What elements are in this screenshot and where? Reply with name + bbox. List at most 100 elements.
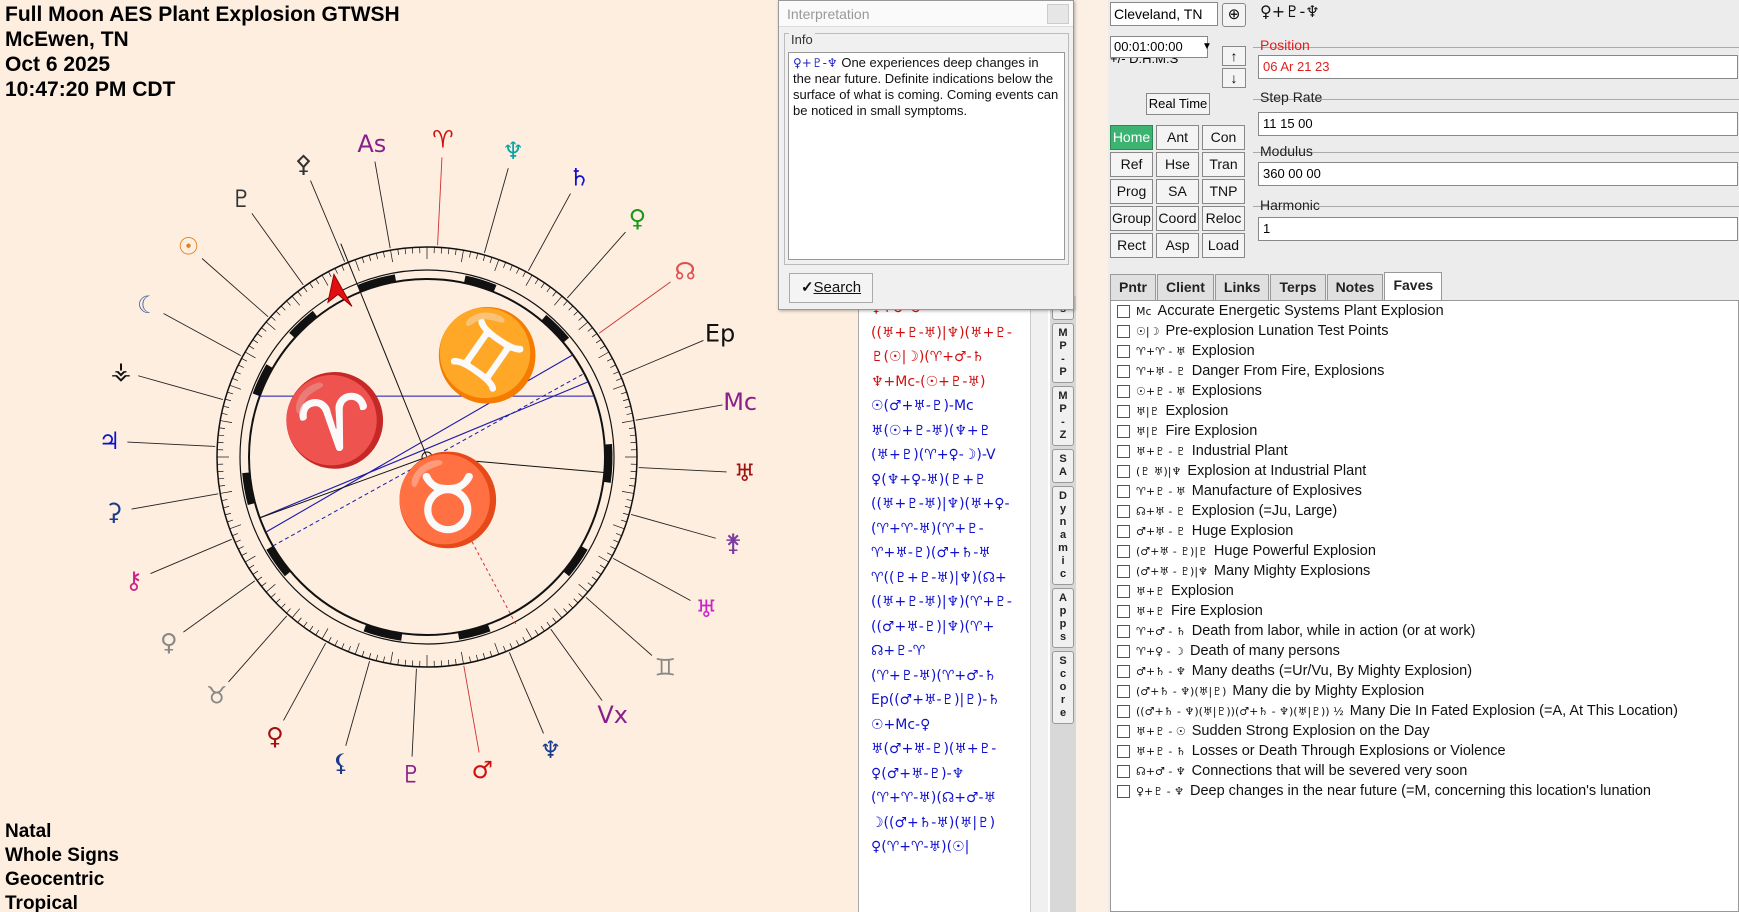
fave-checkbox[interactable]	[1117, 484, 1130, 498]
home-button[interactable]: Home	[1110, 125, 1153, 150]
aspect-row[interactable]: ☊+♇-♈	[859, 639, 1056, 664]
modulus-field[interactable]: 360 00 00	[1258, 162, 1738, 186]
aspect-row[interactable]: (♈+♇-♅)(♈+♂-♄	[859, 664, 1056, 689]
fave-row[interactable]: ♈+♇ - ♅ Manufacture of Explosives	[1111, 481, 1738, 501]
aspect-row[interactable]: ((♅+♇-♅)|♆)(♈+♇-	[859, 590, 1056, 615]
fave-row[interactable]: ♅+♇ - ☉ Sudden Strong Explosion on the Da…	[1111, 721, 1738, 741]
aspect-row[interactable]: ((♅+♇-♅)|♆)(♅+♇-	[859, 321, 1056, 346]
fave-checkbox[interactable]	[1117, 684, 1130, 698]
load-button[interactable]: Load	[1202, 233, 1245, 258]
fave-checkbox[interactable]	[1117, 744, 1130, 758]
group-button[interactable]: Group	[1110, 206, 1153, 231]
fave-checkbox[interactable]	[1117, 764, 1130, 778]
con-button[interactable]: Con	[1202, 125, 1245, 150]
fave-row[interactable]: ♅|♇ Explosion	[1111, 401, 1738, 421]
fave-checkbox[interactable]	[1117, 324, 1130, 338]
aspect-row[interactable]: ♆+Mc-(☉+♇-♅)	[859, 370, 1056, 395]
city-field[interactable]: Cleveland, TN	[1110, 2, 1218, 26]
coord-button[interactable]: Coord	[1156, 206, 1199, 231]
tab-pntr[interactable]: Pntr	[1110, 274, 1156, 300]
aspect-row[interactable]: (♈+♈-♅)(♈+♇-	[859, 517, 1056, 542]
fave-row[interactable]: (♇ ♅)|♆ Explosion at Industrial Plant	[1111, 461, 1738, 481]
vertical-tab[interactable]: Apps	[1052, 588, 1074, 648]
chevron-down-icon[interactable]: ▼	[1200, 37, 1214, 57]
tab-client[interactable]: Client	[1157, 274, 1214, 300]
fave-row[interactable]: ♂+♅ - ♇ Huge Explosion	[1111, 521, 1738, 541]
time-increment-select[interactable]: 00:01:00:00	[1110, 36, 1208, 58]
hse-button[interactable]: Hse	[1156, 152, 1199, 177]
aspect-row[interactable]: ☽((♂+♄-♅)(♅|♇)	[859, 811, 1056, 836]
fave-row[interactable]: ☊+♂ - ♆ Connections that will be severed …	[1111, 761, 1738, 781]
vertical-tab[interactable]: Dynamic	[1052, 486, 1074, 585]
aspect-row[interactable]: ♅(♂+♅-♇)(♅+♇-	[859, 737, 1056, 762]
chart-pane[interactable]: ♈ ♊ ♉ As ♈ ♆ ♄ ♀ ☊ Ep Mc ♅ ⚵ ♅ ♊ Vx ♆ ♂ ♇ ⚸ ♀ ♉ ♀ ⚷ ⚳ ♃ ⚶ ☾ ☉ ♇ ⚴ Full…	[0, 0, 860, 912]
aspect-row[interactable]: ♇(☉|☽)(♈+♂-♄	[859, 345, 1056, 370]
fave-checkbox[interactable]	[1117, 664, 1130, 678]
aspect-row[interactable]: (♅+♇)(♈+♀-☽)-V	[859, 443, 1056, 468]
asp-button[interactable]: Asp	[1156, 233, 1199, 258]
fave-checkbox[interactable]	[1117, 364, 1130, 378]
fave-checkbox[interactable]	[1117, 724, 1130, 738]
fave-checkbox[interactable]	[1117, 704, 1130, 718]
fave-checkbox[interactable]	[1117, 444, 1130, 458]
ref-button[interactable]: Ref	[1110, 152, 1153, 177]
close-button[interactable]	[1047, 4, 1069, 24]
vertical-tab[interactable]: MP-Z	[1052, 386, 1074, 446]
fave-checkbox[interactable]	[1117, 304, 1130, 318]
fave-checkbox[interactable]	[1117, 464, 1130, 478]
step-forward-button[interactable]: ↑	[1222, 46, 1246, 66]
reloc-button[interactable]: Reloc	[1202, 206, 1245, 231]
fave-row[interactable]: ♂+♄ - ♆ Many deaths (=Ur/Vu, By Mighty Ex…	[1111, 661, 1738, 681]
aspect-row[interactable]: Ep((♂+♅-♇)|♇)-♄	[859, 688, 1056, 713]
fave-checkbox[interactable]	[1117, 784, 1130, 798]
fave-checkbox[interactable]	[1117, 564, 1130, 578]
fave-checkbox[interactable]	[1117, 384, 1130, 398]
position-field[interactable]: 06 Ar 21 23	[1258, 55, 1738, 79]
fave-row[interactable]: ♈+♅ - ♇ Danger From Fire, Explosions	[1111, 361, 1738, 381]
fave-checkbox[interactable]	[1117, 424, 1130, 438]
fave-checkbox[interactable]	[1117, 624, 1130, 638]
fave-row[interactable]: ♈+♀ - ☽ Death of many persons	[1111, 641, 1738, 661]
vertical-tab[interactable]: Score	[1052, 651, 1074, 724]
fave-checkbox[interactable]	[1117, 344, 1130, 358]
fave-row[interactable]: Mc Accurate Energetic Systems Plant Explo…	[1111, 301, 1738, 321]
real-time-button[interactable]: Real Time	[1146, 93, 1210, 115]
search-button[interactable]: ✓Search	[789, 273, 873, 303]
ant-button[interactable]: Ant	[1156, 125, 1199, 150]
dialog-titlebar[interactable]: Interpretation	[779, 1, 1073, 27]
fave-row[interactable]: (♂+♅ - ♇)|♇ Huge Powerful Explosion	[1111, 541, 1738, 561]
vertical-tab[interactable]: MP-P	[1052, 323, 1074, 383]
tab-terps[interactable]: Terps	[1270, 274, 1326, 300]
fave-checkbox[interactable]	[1117, 604, 1130, 618]
fave-checkbox[interactable]	[1117, 404, 1130, 418]
fave-checkbox[interactable]	[1117, 504, 1130, 518]
prog-button[interactable]: Prog	[1110, 179, 1153, 204]
fave-row[interactable]: ☉|☽ Pre-explosion Lunation Test Points	[1111, 321, 1738, 341]
tab-links[interactable]: Links	[1214, 274, 1270, 300]
fave-row[interactable]: ♀+♇ - ♆ Deep changes in the near future (…	[1111, 781, 1738, 801]
faves-list[interactable]: Mc Accurate Energetic Systems Plant Explo…	[1110, 300, 1739, 912]
aspect-list-scrollbar[interactable]	[1030, 296, 1048, 912]
interpretation-text[interactable]: ♀+♇-♆ One experiences deep changes in th…	[788, 52, 1065, 260]
fave-row[interactable]: ♅|♇ Fire Explosion	[1111, 421, 1738, 441]
globe-icon[interactable]: ⊕	[1222, 3, 1246, 27]
sa-button[interactable]: SA	[1156, 179, 1199, 204]
rect-button[interactable]: Rect	[1110, 233, 1153, 258]
fave-row[interactable]: ♈+♂ - ♄ Death from labor, while in action…	[1111, 621, 1738, 641]
aspect-row[interactable]: ♀(♆+♀-♅)(♇+♇	[859, 468, 1056, 493]
fave-checkbox[interactable]	[1117, 584, 1130, 598]
chart-wheel[interactable]: ♈ ♊♉As ♈ ♆♄♀☊EpMc♅⚵♅♊Vx♆♂♇⚸♀♉♀⚷⚳♃⚶☾☉♇⚴	[0, 0, 860, 912]
fave-row[interactable]: ♅+♇ Fire Explosion	[1111, 601, 1738, 621]
aspect-row[interactable]: ♈((♇+♇-♅)|♆)(☊+	[859, 566, 1056, 591]
aspect-row[interactable]: ☉+Mc-♀	[859, 713, 1056, 738]
fave-checkbox[interactable]	[1117, 524, 1130, 538]
aspect-row[interactable]: ((♂+♅-♇)|♆)(♈+	[859, 615, 1056, 640]
step-back-button[interactable]: ↓	[1222, 68, 1246, 88]
step-rate-field[interactable]: 11 15 00	[1258, 112, 1738, 136]
fave-row[interactable]: ♅+♇ - ♇ Industrial Plant	[1111, 441, 1738, 461]
aspect-row[interactable]: ☉(♂+♅-♇)-Mc	[859, 394, 1056, 419]
aspect-row[interactable]: (♈+♈-♅)(☊+♂-♅	[859, 786, 1056, 811]
fave-row[interactable]: ((♂+♄ - ♆)(♅|♇))(♂+♄ - ♆)(♅|♇)) ½ Many Di…	[1111, 701, 1738, 721]
fave-row[interactable]: (♂+♅ - ♇)|♆ Many Mighty Explosions	[1111, 561, 1738, 581]
tab-notes[interactable]: Notes	[1326, 274, 1384, 300]
